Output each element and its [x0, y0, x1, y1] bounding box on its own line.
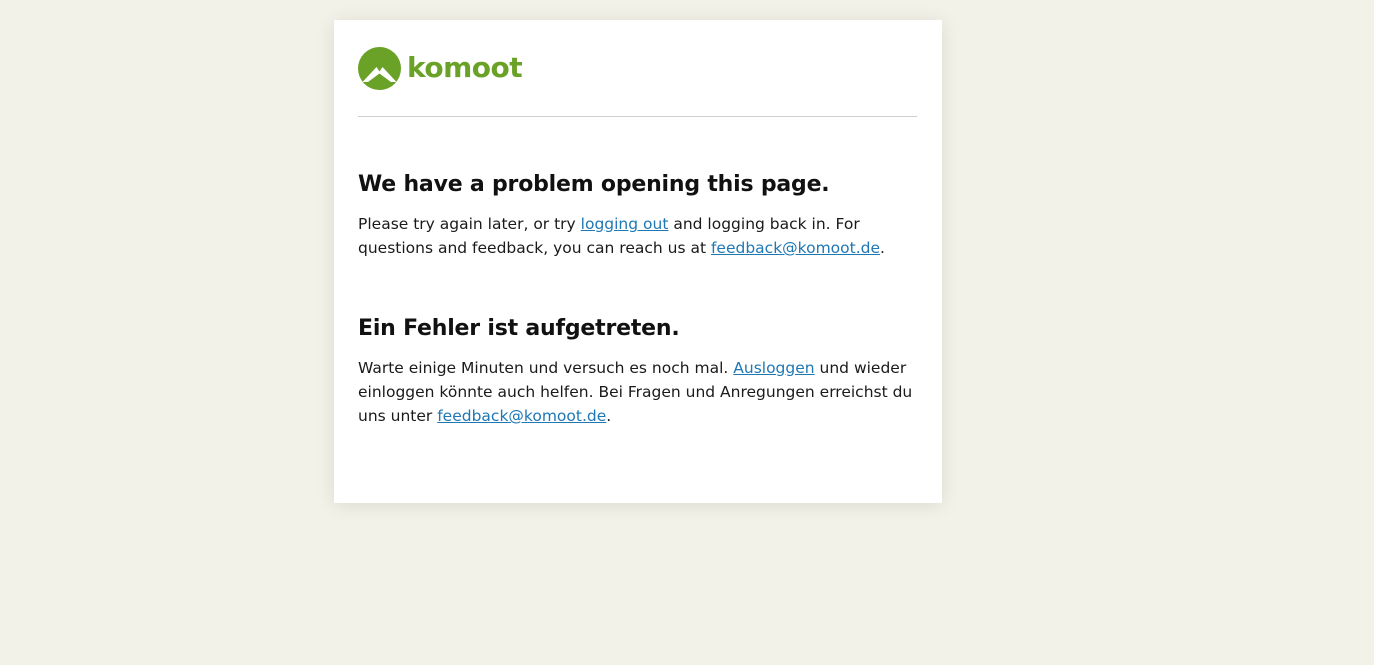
- feedback-email-link-de[interactable]: feedback@komoot.de: [437, 407, 606, 425]
- english-text-3: .: [880, 239, 885, 257]
- mountain-peak-icon: [358, 46, 401, 90]
- brand-wordmark: komoot: [407, 51, 523, 84]
- english-message: We have a problem opening this page. Ple…: [358, 170, 918, 260]
- german-body: Warte einige Minuten und versuch es noch…: [358, 356, 918, 428]
- german-heading: Ein Fehler ist aufgetreten.: [358, 316, 680, 341]
- english-body: Please try again later, or try logging o…: [358, 212, 918, 260]
- german-text-1: Warte einige Minuten und versuch es noch…: [358, 359, 734, 377]
- german-text-3: .: [606, 407, 612, 425]
- feedback-email-link[interactable]: feedback@komoot.de: [711, 239, 880, 257]
- english-heading: We have a problem opening this page.: [358, 172, 830, 197]
- logout-link[interactable]: logging out: [581, 215, 669, 233]
- german-message: Ein Fehler ist aufgetreten. Warte einige…: [358, 314, 918, 428]
- header-divider: [358, 116, 917, 117]
- ausloggen-link[interactable]: Ausloggen: [733, 359, 814, 377]
- komoot-logo[interactable]: komoot: [358, 46, 523, 90]
- error-card: komoot We have a problem opening this pa…: [334, 20, 942, 503]
- english-text-1: Please try again later, or try: [358, 215, 581, 233]
